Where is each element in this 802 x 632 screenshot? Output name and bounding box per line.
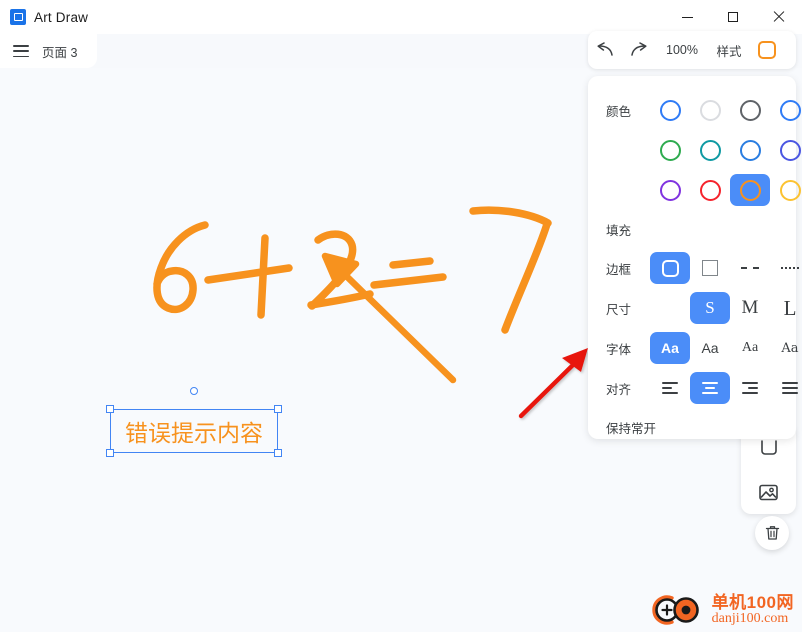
border-option-dashed[interactable] — [730, 252, 770, 284]
size-option-small[interactable]: S — [690, 292, 730, 324]
redo-button[interactable] — [622, 31, 656, 69]
zoom-level[interactable]: 100% — [656, 31, 708, 69]
style-swatch-button[interactable] — [750, 31, 784, 69]
watermark-logo-icon — [651, 595, 699, 625]
top-toolbar: 100% 样式 — [588, 31, 796, 69]
align-row: 对齐 — [588, 368, 798, 408]
color-swatch-dark-gray[interactable] — [730, 94, 770, 126]
color-swatch-purple[interactable] — [650, 174, 690, 206]
font-sans-glyph: Aa — [701, 340, 719, 356]
maximize-button[interactable] — [710, 0, 756, 34]
size-label: 尺寸 — [606, 302, 632, 317]
delete-button[interactable] — [755, 516, 789, 550]
title-bar: Art Draw — [0, 0, 802, 34]
color-row-2 — [588, 130, 801, 170]
align-option-right[interactable] — [730, 372, 770, 404]
style-panel: 颜色 填充 边框 尺寸 S M L 字体 Aa Aa Aa Aa 对齐 保持常开 — [588, 76, 801, 439]
font-serif-glyph: Aa — [741, 340, 759, 355]
hamburger-menu-icon[interactable] — [13, 45, 29, 57]
fill-row[interactable]: 填充 — [588, 210, 796, 248]
keep-open-label: 保持常开 — [606, 421, 657, 436]
font-option-sans[interactable]: Aa — [690, 332, 730, 364]
size-l-glyph: L — [783, 295, 797, 320]
rounded-rect-icon — [661, 259, 679, 277]
redo-arrow-icon — [631, 42, 647, 56]
font-bold-sans-glyph: Aa — [661, 340, 679, 356]
keep-open-row[interactable]: 保持常开 — [588, 408, 796, 446]
align-left-icon — [662, 382, 678, 394]
color-swatch-green[interactable] — [650, 134, 690, 166]
watermark: 单机100网 danji100.com — [650, 592, 794, 628]
align-option-justify[interactable] — [770, 372, 802, 404]
app-window: Art Draw 页面 3 错误提示内容 100% 样式 颜色 填充 边框 尺寸… — [0, 0, 802, 632]
close-icon — [773, 11, 785, 23]
app-logo-icon — [10, 9, 26, 25]
border-option-square-solid[interactable] — [690, 252, 730, 284]
size-m-glyph: M — [741, 297, 759, 318]
undo-button[interactable] — [588, 31, 622, 69]
font-option-serif[interactable]: Aa — [730, 332, 770, 364]
align-option-center[interactable] — [690, 372, 730, 404]
align-option-left[interactable] — [650, 372, 690, 404]
color-label: 颜色 — [606, 104, 632, 119]
color-swatch-blue[interactable] — [650, 94, 690, 126]
watermark-cn: 单机100网 — [711, 592, 794, 612]
font-row: 字体 Aa Aa Aa Aa — [588, 328, 799, 368]
font-label: 字体 — [606, 342, 632, 357]
color-swatch-light-gray[interactable] — [690, 94, 730, 126]
dashed-line-icon — [741, 267, 759, 269]
size-row: 尺寸 S M L — [588, 288, 796, 328]
border-option-dotted[interactable] — [770, 252, 802, 284]
color-row: 颜色 — [588, 90, 801, 130]
color-swatch-azure[interactable] — [730, 134, 770, 166]
align-label: 对齐 — [606, 382, 632, 397]
align-right-icon — [742, 382, 758, 394]
align-justify-icon — [782, 382, 798, 394]
tab-page-3[interactable]: 页面 3 — [42, 42, 77, 61]
font-slab-glyph: Aa — [781, 340, 799, 356]
color-swatch-indigo[interactable] — [770, 134, 802, 166]
font-option-bold-sans[interactable]: Aa — [650, 332, 690, 364]
app-title: Art Draw — [34, 9, 89, 25]
window-controls — [664, 0, 802, 34]
color-row-3 — [588, 170, 801, 210]
color-swatch-orange[interactable] — [730, 174, 770, 206]
border-label: 边框 — [606, 262, 632, 277]
color-swatch-royal-blue[interactable] — [770, 94, 802, 126]
fill-label: 填充 — [606, 223, 632, 238]
border-row: 边框 — [588, 248, 799, 288]
square-icon — [702, 260, 718, 276]
minimize-button[interactable] — [664, 0, 710, 34]
undo-arrow-icon — [597, 42, 613, 56]
watermark-text: 单机100网 danji100.com — [711, 592, 794, 627]
size-s-glyph: S — [705, 298, 715, 317]
page-tab-bar: 页面 3 — [0, 34, 97, 68]
color-swatch-red[interactable] — [690, 174, 730, 206]
color-swatch-amber[interactable] — [770, 174, 802, 206]
font-option-slab[interactable]: Aa — [770, 332, 802, 364]
minimize-icon — [681, 16, 693, 18]
size-option-large[interactable]: L — [770, 292, 802, 324]
watermark-en: danji100.com — [711, 610, 789, 626]
dotted-line-icon — [781, 267, 799, 269]
border-option-rounded-solid[interactable] — [650, 252, 690, 284]
size-option-medium[interactable]: M — [730, 292, 770, 324]
maximize-icon — [728, 12, 738, 22]
image-tool-button[interactable] — [749, 474, 789, 510]
align-center-icon — [702, 382, 718, 394]
close-button[interactable] — [756, 0, 802, 34]
color-swatch-teal[interactable] — [690, 134, 730, 166]
style-label[interactable]: 样式 — [708, 31, 750, 69]
trash-icon — [765, 526, 779, 540]
rounded-square-icon — [758, 41, 776, 59]
image-icon — [759, 484, 778, 500]
